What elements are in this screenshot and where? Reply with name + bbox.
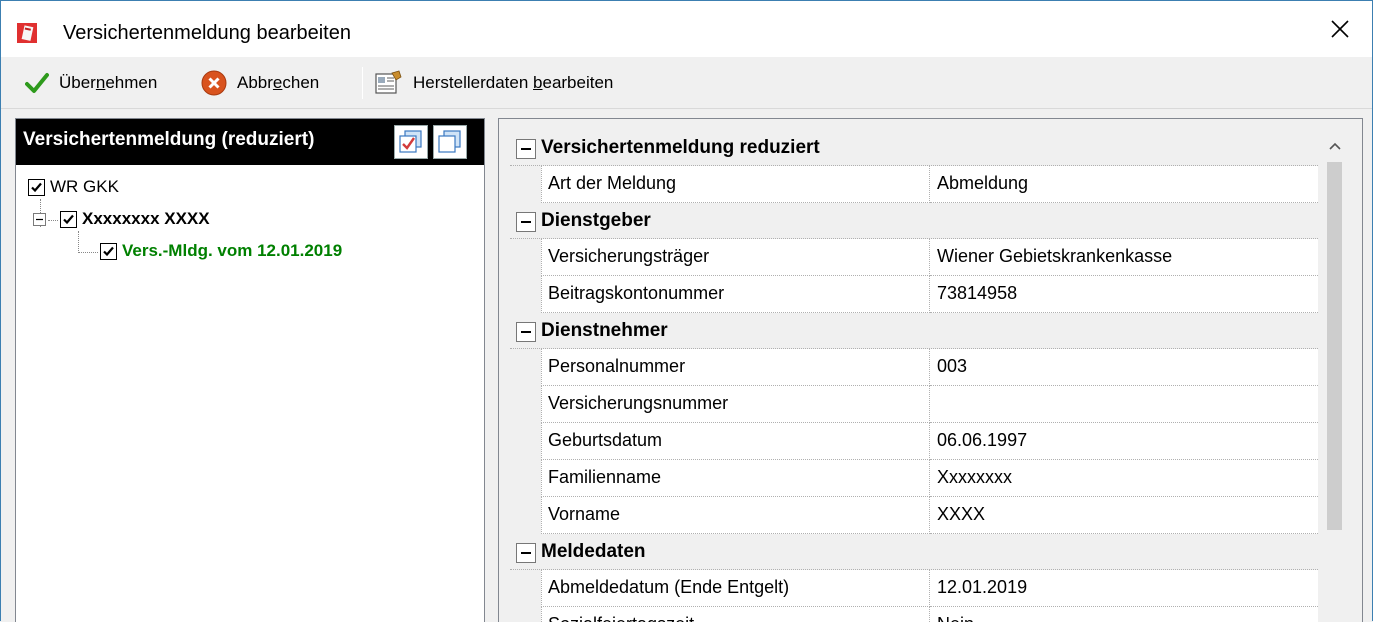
- cancel-button[interactable]: Abbrechen: [201, 67, 319, 99]
- property-value[interactable]: 12.01.2019: [930, 570, 1318, 607]
- property-grid: Versichertenmeldung reduziert Art der Mel…: [498, 118, 1363, 622]
- property-row[interactable]: Familienname Xxxxxxxx: [510, 460, 1318, 497]
- property-row[interactable]: Vorname XXXX: [510, 497, 1318, 534]
- row-gutter: [510, 460, 541, 497]
- collapse-toggle[interactable]: [33, 212, 46, 226]
- property-name: Versicherungsträger: [541, 239, 930, 276]
- property-row[interactable]: Personalnummer 003: [510, 349, 1318, 386]
- property-row[interactable]: Abmeldedatum (Ende Entgelt) 12.01.2019: [510, 570, 1318, 607]
- category-title: Dienstgeber: [541, 210, 651, 231]
- close-icon: [1331, 20, 1349, 38]
- row-gutter: [510, 497, 541, 534]
- report-checkbox[interactable]: [100, 242, 117, 260]
- person-checkbox[interactable]: [60, 210, 77, 228]
- property-value[interactable]: 73814958: [930, 276, 1318, 313]
- category-title: Meldedaten: [541, 541, 646, 562]
- property-name: Versicherungsnummer: [541, 386, 930, 423]
- tree-item-root[interactable]: WR GKK: [28, 177, 119, 197]
- cancel-icon: [201, 70, 227, 96]
- collapse-icon[interactable]: [516, 543, 536, 563]
- row-gutter: [510, 423, 541, 460]
- root-checkbox[interactable]: [28, 178, 45, 196]
- property-name: Personalnummer: [541, 349, 930, 386]
- row-gutter: [510, 276, 541, 313]
- row-gutter: [510, 570, 541, 607]
- cancel-label: Abbrechen: [237, 73, 320, 92]
- tree-line: [78, 231, 79, 253]
- check-all-icon: [399, 130, 422, 153]
- tree-item-person-label: Xxxxxxxx XXXX: [82, 209, 210, 228]
- property-name: Beitragskontonummer: [541, 276, 930, 313]
- property-name: Familienname: [541, 460, 930, 497]
- tree-item-root-label: WR GKK: [50, 177, 119, 196]
- property-name: Geburtsdatum: [541, 423, 930, 460]
- property-row[interactable]: Art der Meldung Abmeldung: [510, 166, 1318, 203]
- toolbar: Übernehmen Abbrechen Herstellerdaten bea…: [1, 57, 1372, 109]
- row-gutter: [510, 239, 541, 276]
- category-row[interactable]: Dienstgeber: [510, 203, 1318, 239]
- collapse-icon[interactable]: [516, 322, 536, 342]
- tree-item-report-label: Vers.-Mldg. vom 12.01.2019: [122, 241, 343, 260]
- uncheck-all-icon: [438, 130, 461, 153]
- property-row[interactable]: Versicherungsnummer: [510, 386, 1318, 423]
- property-name: Art der Meldung: [541, 166, 930, 203]
- property-value[interactable]: 06.06.1997: [930, 423, 1318, 460]
- chevron-up-icon: [1328, 142, 1341, 150]
- collapse-icon[interactable]: [516, 212, 536, 232]
- property-value[interactable]: XXXX: [930, 497, 1318, 534]
- tree-item-person[interactable]: Xxxxxxxx XXXX: [33, 209, 210, 229]
- dialog-window: Versichertenmeldung bearbeiten Übernehme…: [0, 0, 1373, 622]
- apply-label: Übernehmen: [59, 73, 158, 92]
- property-row[interactable]: SozialfeiertagszeitNein: [510, 607, 1318, 622]
- category-row[interactable]: Dienstnehmer: [510, 313, 1318, 349]
- property-row[interactable]: Beitragskontonummer 73814958: [510, 276, 1318, 313]
- tree-item-report[interactable]: Vers.-Mldg. vom 12.01.2019: [100, 241, 342, 261]
- tree-pane: Versichertenmeldung (reduziert) WR GKK X…: [15, 118, 485, 622]
- row-gutter: [510, 166, 541, 203]
- uncheck-all-button[interactable]: [433, 125, 467, 159]
- property-value[interactable]: Nein: [930, 607, 1318, 622]
- scroll-thumb[interactable]: [1327, 162, 1342, 530]
- property-value[interactable]: [930, 386, 1318, 423]
- collapse-icon[interactable]: [516, 139, 536, 159]
- category-title: Dienstnehmer: [541, 320, 668, 341]
- category-row[interactable]: Meldedaten: [510, 534, 1318, 570]
- category-title: Versichertenmeldung reduziert: [541, 137, 820, 158]
- scroll-up-button[interactable]: [1318, 130, 1351, 162]
- checkmark-icon: [31, 182, 42, 192]
- check-all-button[interactable]: [394, 125, 428, 159]
- app-icon: [17, 23, 37, 43]
- title-bar: Versichertenmeldung bearbeiten: [1, 1, 1372, 57]
- vertical-scrollbar[interactable]: [1318, 130, 1351, 622]
- vendor-data-icon: [375, 70, 402, 94]
- property-name: Vorname: [541, 497, 930, 534]
- property-value[interactable]: Abmeldung: [930, 166, 1318, 203]
- checkmark-icon: [63, 214, 74, 224]
- tree-header-title: Versichertenmeldung (reduziert): [23, 129, 315, 150]
- row-gutter: [510, 386, 541, 423]
- apply-button[interactable]: Übernehmen: [25, 67, 157, 99]
- checkmark-icon: [103, 246, 114, 256]
- tree-header: Versichertenmeldung (reduziert): [16, 119, 484, 165]
- property-value[interactable]: Wiener Gebietskrankenkasse: [930, 239, 1318, 276]
- property-name: Abmeldedatum (Ende Entgelt): [541, 570, 930, 607]
- minus-icon: [36, 218, 43, 220]
- row-gutter: [510, 349, 541, 386]
- property-name: Sozialfeiertagszeit: [541, 607, 930, 622]
- property-row[interactable]: Versicherungsträger Wiener Gebietskranken…: [510, 239, 1318, 276]
- edit-vendor-data-button[interactable]: Herstellerdaten bearbeiten: [375, 67, 613, 99]
- close-button[interactable]: [1309, 1, 1371, 57]
- property-value[interactable]: Xxxxxxxx: [930, 460, 1318, 497]
- property-grid-rows: Versichertenmeldung reduziert Art der Mel…: [510, 130, 1318, 622]
- row-gutter: [510, 607, 541, 622]
- pane-splitter[interactable]: [485, 118, 497, 622]
- property-value[interactable]: 003: [930, 349, 1318, 386]
- toolbar-separator: [362, 67, 363, 99]
- edit-vendor-data-label: Herstellerdaten bearbeiten: [413, 73, 614, 92]
- tree-line: [78, 252, 98, 253]
- window-title: Versichertenmeldung bearbeiten: [63, 22, 351, 44]
- property-row[interactable]: Geburtsdatum 06.06.1997: [510, 423, 1318, 460]
- checkmark-icon: [25, 73, 49, 93]
- category-row[interactable]: Versichertenmeldung reduziert: [510, 130, 1318, 166]
